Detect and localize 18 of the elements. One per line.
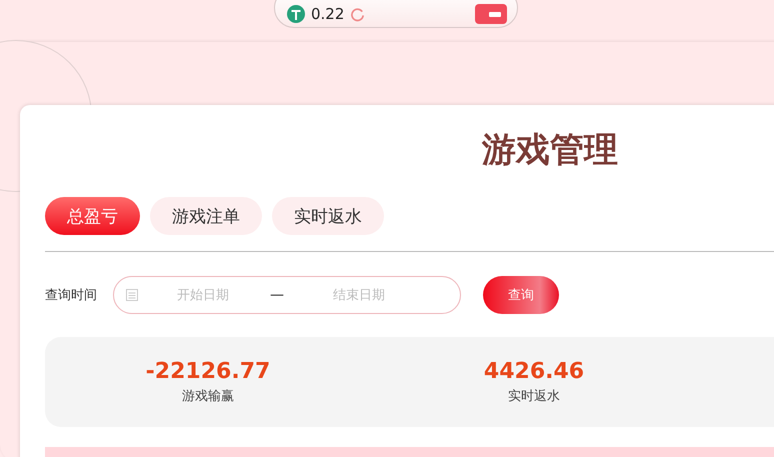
stat-label: 实时返水 bbox=[508, 388, 560, 405]
refresh-icon[interactable] bbox=[350, 6, 366, 22]
query-button[interactable]: 查询 bbox=[483, 276, 559, 314]
end-date-field[interactable]: 结束日期 bbox=[302, 286, 416, 304]
tab[interactable]: 总盈亏 bbox=[45, 197, 140, 235]
page-title: 游戏管理 bbox=[480, 129, 619, 171]
calendar-icon bbox=[126, 289, 138, 301]
start-date-field[interactable]: 开始日期 bbox=[146, 286, 260, 304]
wallet-icon[interactable] bbox=[475, 3, 507, 25]
range-separator: — bbox=[270, 287, 284, 303]
coin-icon bbox=[287, 5, 305, 23]
tab[interactable]: 实时返水 bbox=[272, 197, 384, 235]
balance-amount: 0.22 bbox=[311, 5, 344, 23]
stat-value: 4426.46 bbox=[484, 359, 584, 385]
tab[interactable]: 游戏注单 bbox=[150, 197, 262, 235]
stat-label: 游戏输赢 bbox=[182, 388, 234, 405]
query-label: 查询时间 bbox=[45, 287, 98, 304]
stat-value: -22126.77 bbox=[146, 359, 270, 385]
